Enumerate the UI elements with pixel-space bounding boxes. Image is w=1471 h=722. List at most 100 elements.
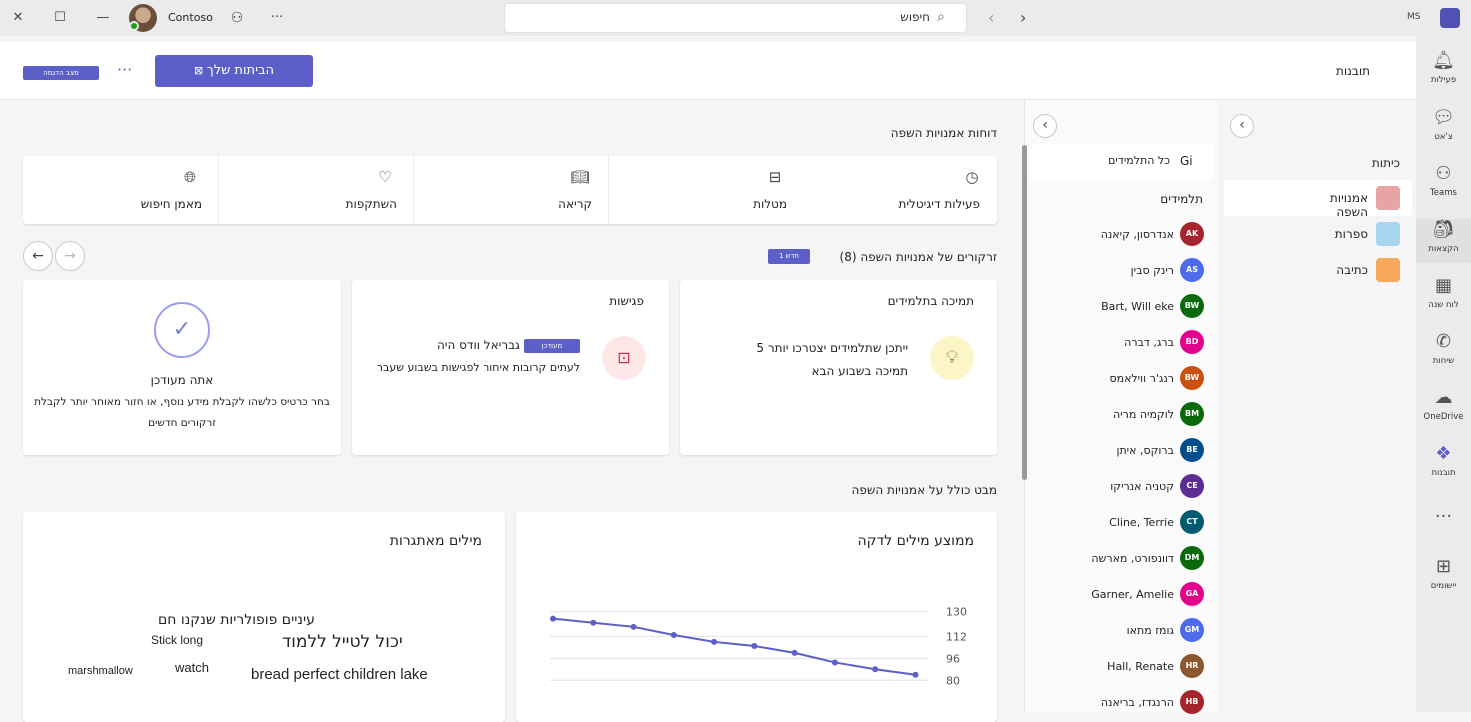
insights-icon: ❖ <box>1435 443 1452 464</box>
student-avatar: BW <box>1180 366 1204 390</box>
category-reading[interactable] <box>413 156 608 224</box>
data-point[interactable] <box>831 659 838 666</box>
student-row[interactable]: דוונפורט, מארשה DM <box>1030 546 1214 576</box>
clock-icon: ◷ <box>965 168 979 186</box>
card-line: גבריאל וודס היה <box>436 338 520 352</box>
card-line: 5 ייתכן שתלמידים יצטרכו יותר <box>756 341 908 355</box>
student-row[interactable]: Cline, Terrie CT <box>1030 510 1214 540</box>
category-digital-activity[interactable] <box>803 156 997 224</box>
student-avatar: GM <box>1180 618 1204 642</box>
rail-more-button[interactable]: ··· <box>1416 506 1471 528</box>
collapse-classes-button[interactable]: ‹ <box>1230 114 1254 138</box>
rail-label: לוח שנה <box>1428 300 1459 310</box>
rail-item-activity[interactable]: 🔔︎ פעילות <box>1416 50 1471 85</box>
classes-section-title: כיתות <box>1371 156 1400 170</box>
y-tick-label: 130 <box>946 606 967 619</box>
student-row[interactable]: אנדרסון, קיאנה AK <box>1030 222 1214 252</box>
student-avatar: CT <box>1180 510 1204 534</box>
book-icon: 📖︎ <box>570 168 590 186</box>
forward-arrow-icon[interactable]: › <box>1020 8 1026 27</box>
rail-item-teams[interactable]: ⚇ Teams <box>1416 163 1471 198</box>
rail-item-apps[interactable]: ⊞ יישומים <box>1416 556 1471 591</box>
y-tick-label: 96 <box>946 652 960 665</box>
student-row[interactable]: רנג'ר ווילאמס BW <box>1030 366 1214 396</box>
data-point[interactable] <box>872 666 879 673</box>
rail-item-chat[interactable]: 💬︎ צ'אט <box>1416 107 1471 142</box>
category-label: פעילות דיגיטלית <box>898 197 980 211</box>
word-cloud-word: יכול לטייל ללמוד <box>282 632 403 652</box>
student-avatar: HB <box>1180 690 1204 714</box>
student-avatar: DM <box>1180 546 1204 570</box>
wpm-line-chart: 130 112 96 80 <box>550 606 967 687</box>
rail-label: הקצאות <box>1428 244 1459 254</box>
student-avatar: BM <box>1180 402 1204 426</box>
data-point[interactable] <box>791 649 798 656</box>
data-point[interactable] <box>590 619 597 626</box>
rail-item-calls[interactable]: ✆ שיחות <box>1416 331 1471 366</box>
category-reflect[interactable] <box>218 156 413 224</box>
card-line: זרקורים חדשים <box>148 417 216 429</box>
student-row[interactable]: Hall, Renate HR <box>1030 654 1214 684</box>
checkmark-circle-icon: ✓ <box>154 302 210 358</box>
student-row[interactable]: ברוקס, איתן BE <box>1030 438 1214 468</box>
chart-title: מילים מאתגרות <box>389 533 482 549</box>
nav-item-literature[interactable]: ספרות <box>1300 227 1368 241</box>
student-name: ברג, דברה <box>1124 336 1174 349</box>
student-row[interactable]: גומז מתאו GM <box>1030 618 1214 648</box>
minimize-icon[interactable]: — <box>94 9 112 27</box>
demo-mode-badge[interactable]: מצב הדגמה <box>23 66 99 80</box>
student-row[interactable]: Garner, Amelie GA <box>1030 582 1214 612</box>
data-point[interactable] <box>670 632 677 639</box>
all-students-badge: Gi <box>1180 154 1193 168</box>
student-name: Garner, Amelie <box>1091 588 1174 601</box>
your-classes-button[interactable]: ⊠ הביתות שלך <box>155 55 313 87</box>
overview-title: מבט כולל על אמנויות השפה <box>851 483 997 497</box>
nav-item-writing[interactable]: כתיבה <box>1300 263 1368 277</box>
your-classes-label: הביתות שלך <box>206 63 274 78</box>
next-arrow-button[interactable]: → <box>55 241 85 271</box>
card-title: אתה מעודכן <box>150 373 214 387</box>
more-options-icon[interactable]: ··· <box>117 60 132 79</box>
category-search-coach[interactable] <box>23 156 218 224</box>
word-cloud-word: Stick long <box>151 633 204 647</box>
student-name: רינק סבין <box>1130 264 1174 277</box>
student-name: ברוקס, איתן <box>1116 444 1174 457</box>
student-row[interactable]: לוקמיה מריה BM <box>1030 402 1214 432</box>
maximize-icon[interactable]: ☐ <box>51 9 69 27</box>
prev-arrow-button[interactable]: ← <box>23 241 53 271</box>
student-row[interactable]: ברג, דברה BD <box>1030 330 1214 360</box>
globe-icon: 🌐︎ <box>183 168 196 186</box>
rail-item-onedrive[interactable]: ☁ OneDrive <box>1416 387 1471 422</box>
nav-item-label: אמנויות השפה <box>1329 191 1368 219</box>
rail-item-calendar[interactable]: ▦ לוח שנה <box>1416 275 1471 310</box>
data-point[interactable] <box>912 671 919 678</box>
card-title: פגישות <box>609 294 644 308</box>
org-name[interactable]: Contoso <box>168 11 213 24</box>
card-line: תמיכה בשבוע הבא <box>811 364 909 378</box>
rail-item-insights[interactable]: ❖ תובנות <box>1416 443 1471 478</box>
student-avatar: AS <box>1180 258 1204 282</box>
back-arrow-icon[interactable]: ‹ <box>988 8 994 27</box>
people-settings-icon[interactable]: ⚇ <box>228 9 246 27</box>
student-row[interactable]: קטניה אנריקו CE <box>1030 474 1214 504</box>
data-point[interactable] <box>711 638 718 645</box>
category-assignments[interactable] <box>608 156 803 224</box>
data-point[interactable] <box>630 623 637 630</box>
student-avatar: AK <box>1180 222 1204 246</box>
student-name: Hall, Renate <box>1107 660 1174 673</box>
student-name: Cline, Terrie <box>1109 516 1174 529</box>
collapse-students-button[interactable]: ‹ <box>1033 114 1057 138</box>
more-options-icon[interactable]: ··· <box>268 9 286 27</box>
apps-icon: ⊞ <box>1435 556 1452 577</box>
student-name: דוונפורט, מארשה <box>1091 552 1174 565</box>
data-point[interactable] <box>751 643 758 649</box>
student-row[interactable]: Bart, Will eke BW <box>1030 294 1214 324</box>
student-row[interactable]: רינק סבין AS <box>1030 258 1214 288</box>
data-point[interactable] <box>550 615 556 622</box>
bell-icon: 🔔︎ <box>1432 50 1455 71</box>
rail-item-assignments[interactable]: 🎒︎ הקצאות <box>1416 219 1471 263</box>
close-icon[interactable]: ✕ <box>9 9 27 27</box>
more-icon: ··· <box>1434 506 1453 527</box>
student-row[interactable]: הרנגדז, בריאנה HB <box>1030 690 1214 720</box>
student-name: אנדרסון, קיאנה <box>1100 228 1174 241</box>
